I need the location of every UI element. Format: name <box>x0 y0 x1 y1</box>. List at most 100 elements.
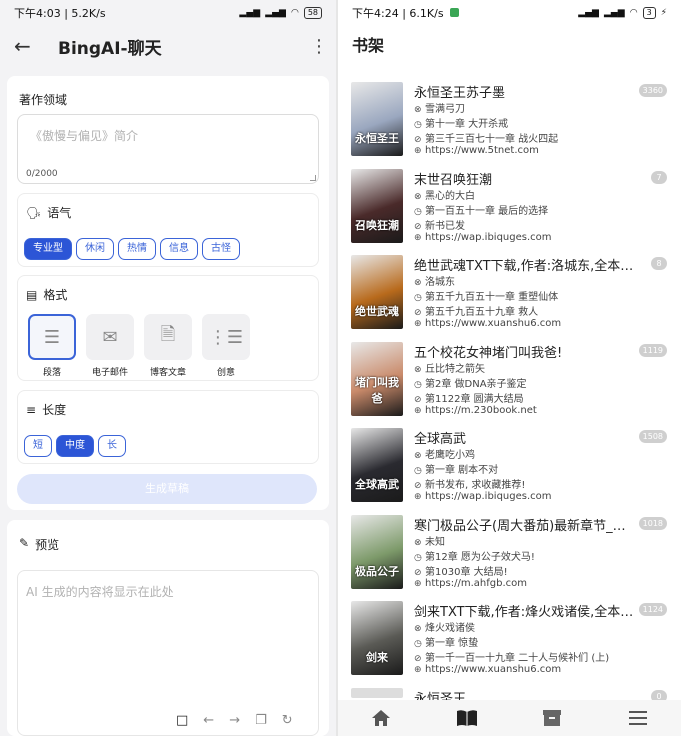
menu-icon[interactable] <box>626 706 650 730</box>
book-cover: 堵门叫我爸 <box>351 341 403 416</box>
signal-icon-2: ▂▄▆ <box>603 8 625 18</box>
format-label: 格式 <box>43 288 68 302</box>
book-source-url: ⊕ https://wap.ibiquges.com <box>414 491 552 502</box>
book-title: 全球高武 <box>414 432 467 447</box>
book-author: ⊗ 老鹰吃小鸡 <box>414 450 475 461</box>
length-section: ≡ 长度 短中度长 <box>17 390 319 464</box>
stop-icon[interactable]: □ <box>176 713 188 728</box>
length-label: 长度 <box>42 403 67 417</box>
tone-chip-informational[interactable]: 信息 <box>160 238 198 260</box>
generate-draft-button[interactable]: 生成草稿 <box>17 474 317 504</box>
paragraph-icon: ☰ <box>43 326 61 348</box>
tone-chip-professional[interactable]: 专业型 <box>24 238 72 260</box>
length-chip-medium[interactable]: 中度 <box>56 435 94 457</box>
unread-badge: 3360 <box>638 84 667 97</box>
topic-placeholder: 《傲慢与偏见》简介 <box>30 129 139 143</box>
bottom-nav <box>338 700 681 736</box>
book-latest-chapter: ⊘ 第三千三百七十一章 战火四起 <box>414 134 559 145</box>
latest-icon: ⊘ <box>414 654 422 664</box>
cover-text: 召唤狂潮 <box>355 218 399 232</box>
copy-icon[interactable]: ❐ <box>255 713 267 728</box>
clock-icon: ◷ <box>414 639 422 649</box>
signal-icon: ▂▄▆ <box>239 8 261 18</box>
book-last-read: ◷ 第一百五十一章 最后的选择 <box>414 205 549 217</box>
preview-placeholder: AI 生成的内容将显示在此处 <box>26 585 174 599</box>
resize-handle-icon[interactable] <box>310 175 316 181</box>
book-last-read: ◷ 第2章 做DNA亲子鉴定 <box>414 378 527 390</box>
format-option-paragraph[interactable]: ☰ 段落 <box>24 314 80 378</box>
format-icon: ▤ <box>26 287 38 302</box>
format-option-email[interactable]: ✉ 电子邮件 <box>82 314 138 378</box>
book-author: ⊗ 丘比特之箭矢 <box>414 363 485 375</box>
clock-icon: ◷ <box>414 206 422 217</box>
format-option-ideas[interactable]: ⋮☰ 创意 <box>198 314 254 378</box>
tone-chip-casual[interactable]: 休闲 <box>76 238 114 260</box>
page-title: BingAI-聊天 <box>58 38 162 59</box>
author-icon: ⊗ <box>414 624 422 634</box>
format-option-blog[interactable]: 🗎 博客文章 <box>140 314 196 378</box>
book-last-read: ◷ 第一章 惊蛰 <box>414 638 479 649</box>
length-chip-short[interactable]: 短 <box>24 435 52 457</box>
book-row[interactable]: 堵门叫我爸 五个校花女神堵门叫我爸! 1119 ⊗ 丘比特之箭矢 ◷ 第2章 做DNA亲子鉴… <box>338 336 681 422</box>
book-source-url: ⊕ https://m.230book.net <box>414 404 537 416</box>
author-icon: ⊗ <box>414 364 422 375</box>
bookshelf-icon[interactable] <box>455 706 479 730</box>
field-section-title: 著作领域 <box>19 93 68 107</box>
book-title: 末世召唤狂潮 <box>414 172 493 188</box>
book-cover: 全球高武 <box>351 428 403 502</box>
status-time: 下午4:03 | 5.2K/s <box>14 7 106 20</box>
book-cover: 绝世武魂 <box>351 255 403 329</box>
book-latest-chapter: ⊘ 第1122章 圆满大结局 <box>414 393 524 405</box>
status-bar: 下午4:03 | 5.2K/s ▂▄▆ ▂▄▆ ◠ 58 <box>0 0 336 26</box>
book-cover: 召唤狂潮 <box>351 168 403 243</box>
back-arrow-icon[interactable]: ← <box>14 34 42 58</box>
topic-textarea[interactable]: 《傲慢与偏见》简介 0/2000 <box>17 114 319 184</box>
tone-chip-enthusiastic[interactable]: 热情 <box>118 238 156 260</box>
author-icon: ⊗ <box>414 191 422 202</box>
archive-icon[interactable] <box>540 706 564 730</box>
signal-icon: ▂▄▆ <box>578 8 599 18</box>
globe-icon: ⊕ <box>414 146 422 156</box>
book-title: 寒门极品公子(周大番茄)最新章节_寒门极... <box>414 518 634 534</box>
book-latest-chapter: ⊘ 新书发布, 求收藏推荐! <box>414 480 526 491</box>
unread-badge: 7 <box>651 170 667 184</box>
length-chip-long[interactable]: 长 <box>98 435 126 457</box>
tone-chips: 专业型 休闲 热情 信息 古怪 <box>24 236 244 260</box>
signal-icon-2: ▂▄▆ <box>265 8 286 18</box>
char-count: 0/2000 <box>26 169 58 179</box>
book-row[interactable]: 永恒圣王 永恒圣王苏子墨 3360 ⊗ 雪满弓刀 ◷ 第十一章 大开杀戒 ⊘ 第三千三百七十一章… <box>338 76 681 162</box>
status-bar-right: 下午4:24 | 6.1K/s ▂▄▆ ▂▄▆ ◠ 3 ⚡ <box>338 0 681 26</box>
book-author: ⊗ 未知 <box>414 536 445 548</box>
preview-label: 预览 <box>35 538 60 552</box>
book-row[interactable]: 极品公子 寒门极品公子(周大番茄)最新章节_寒门极... 1018 ⊗未知 ◷第12章 … <box>338 509 681 595</box>
book-row[interactable]: 绝世武魂 绝世武魂TXT下载,作者:洛城东,全本小说... 8 ⊗洛城东 ◷第五千九百五… <box>338 249 681 335</box>
undo-icon[interactable]: ← <box>203 713 214 728</box>
book-author: ⊗ 黑心的大白 <box>414 190 475 202</box>
tone-chip-funny[interactable]: 古怪 <box>202 238 240 260</box>
battery-icon: 58 <box>303 7 322 19</box>
book-last-read: ◷ 第12章 愿为公子效犬马! <box>414 551 535 563</box>
globe-icon: ⊕ <box>414 665 422 675</box>
redo-icon[interactable]: → <box>229 713 240 728</box>
globe-icon: ⊕ <box>414 232 422 243</box>
latest-icon: ⊘ <box>414 135 422 145</box>
home-icon[interactable] <box>369 706 393 730</box>
clock-icon: ◷ <box>414 293 422 303</box>
email-icon: ✉ <box>102 326 118 348</box>
latest-icon: ⊘ <box>414 394 422 405</box>
more-vert-icon[interactable]: ⋮ <box>310 36 328 57</box>
magic-wand-icon: ✎ <box>19 536 30 550</box>
length-chips: 短中度长 <box>24 433 130 457</box>
compose-card: 著作领域 《傲慢与偏见》简介 0/2000 🗣 语气 专业型 休闲 热情 信息 古怪 ▤… <box>7 76 329 510</box>
book-row[interactable]: 剑来 剑来TXT下载,作者:烽火戏诸侯,全本小说... 1124 ⊗烽火戏诸侯 ◷第一章… <box>338 595 681 681</box>
refresh-icon[interactable]: ↻ <box>282 713 293 728</box>
book-latest-chapter: ⊘ 第五千九百五十九章 救人 <box>414 307 539 318</box>
book-row[interactable]: 召唤狂潮 末世召唤狂潮 7 ⊗ 黑心的大白 ◷ 第一百五十一章 最后的选择 ⊘ 新书已发 ⊕ htt… <box>338 163 681 249</box>
book-row[interactable]: 全球高武 全球高武 1508 ⊗ 老鹰吃小鸡 ◷ 第一章 剧本不对 ⊘ 新书发布, 求收藏推荐!… <box>338 422 681 508</box>
book-cover: 永恒圣王 <box>351 82 403 156</box>
book-cover <box>351 687 403 698</box>
tone-icon: 🗣 <box>26 205 42 220</box>
unread-badge: 1119 <box>638 343 667 357</box>
battery-icon: 3 <box>642 7 656 19</box>
book-latest-chapter: ⊘ 新书已发 <box>414 220 465 232</box>
